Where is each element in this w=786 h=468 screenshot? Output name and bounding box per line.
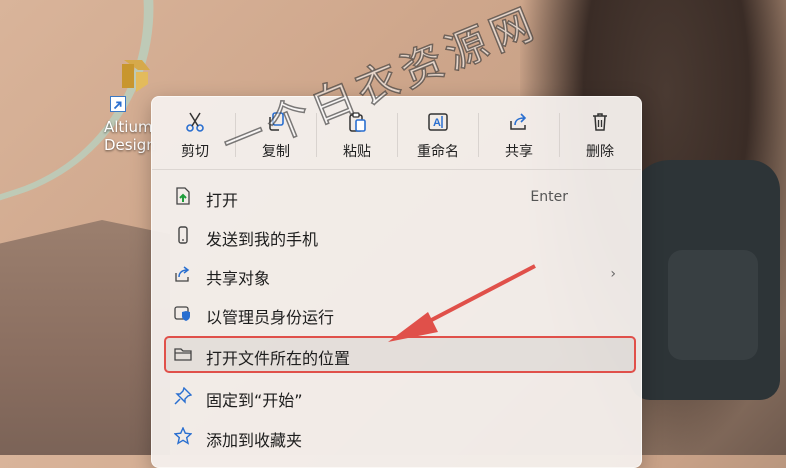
share-icon [175, 266, 190, 282]
menu-item-label: 打开文件所在的位置 [206, 349, 351, 368]
menu-item-label: 以管理员身份运行 [206, 308, 335, 327]
menu-item-label: 发送到我的手机 [206, 230, 319, 249]
shield-icon [174, 306, 190, 321]
shortcut-arrow-icon [110, 96, 126, 112]
cut-label: 剪切 [181, 144, 209, 160]
share-icon [510, 113, 527, 130]
menu-item-send-to-phone[interactable]: 发送到我的手机 [166, 219, 634, 252]
menu-item-label: 共享对象 [206, 269, 271, 288]
menu-item-open[interactable]: 打开 Enter [166, 180, 634, 213]
share-button[interactable]: 共享 [484, 109, 554, 163]
menu-item-label: 打开 [206, 191, 239, 210]
rename-button[interactable]: A 重命名 [403, 109, 473, 163]
menu-item-add-to-favorites[interactable]: 添加到收藏夹 [166, 420, 634, 453]
annotation-arrow-icon [388, 264, 536, 342]
svg-text:A: A [433, 117, 441, 129]
rename-icon: A [428, 113, 448, 131]
trash-icon [593, 113, 607, 131]
star-icon [174, 427, 192, 445]
menu-item-label: 固定到“开始” [206, 391, 303, 410]
wallpaper-backpack-pocket [668, 250, 758, 360]
submenu-arrow-icon: › [610, 266, 616, 282]
menu-item-pin-to-start[interactable]: 固定到“开始” [166, 380, 634, 413]
paste-label: 粘贴 [343, 144, 371, 160]
altium-designer-icon [122, 60, 150, 92]
delete-button[interactable]: 删除 [565, 109, 635, 163]
open-file-icon [176, 187, 190, 205]
share-label: 共享 [505, 144, 533, 160]
menu-item-accelerator: Enter [530, 189, 568, 205]
wallpaper-rock [0, 220, 170, 455]
scissors-icon [186, 112, 204, 132]
delete-label: 删除 [586, 144, 614, 160]
folder-icon [174, 348, 192, 361]
rename-label: 重命名 [417, 144, 459, 160]
pin-icon [174, 387, 192, 405]
phone-icon [178, 226, 188, 244]
menu-item-label: 添加到收藏夹 [206, 431, 303, 450]
menu-divider [152, 169, 641, 170]
